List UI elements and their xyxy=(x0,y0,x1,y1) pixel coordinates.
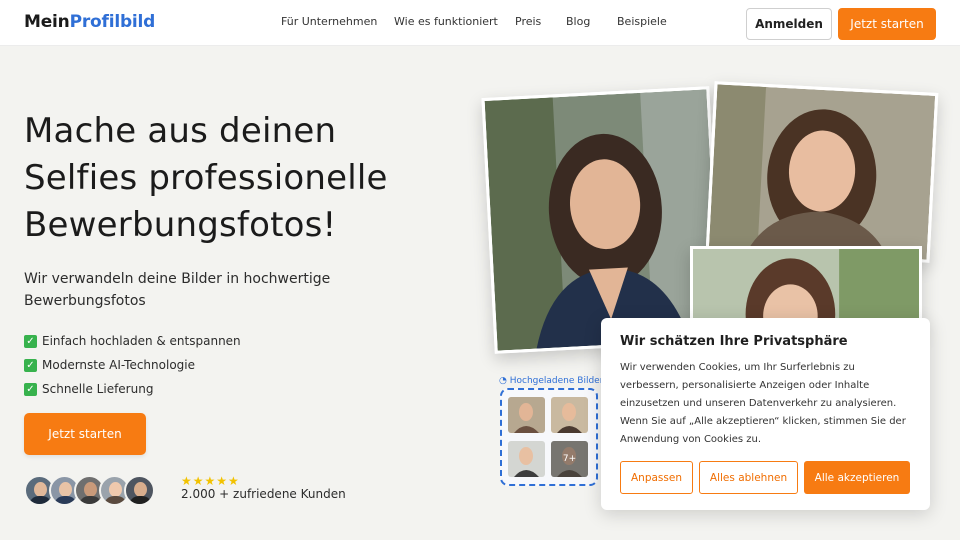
brand-logo[interactable]: MeinProfilbild xyxy=(24,12,155,32)
cookie-text: Wir verwenden Cookies, um Ihr Surferlebn… xyxy=(620,362,906,445)
checkmark-icon: ✓ xyxy=(24,382,37,396)
checkmark-icon: ✓ xyxy=(24,358,37,372)
uploaded-thumbnail xyxy=(508,397,545,433)
feature-text: Modernste AI-Technologie xyxy=(42,358,195,372)
uploaded-thumbnail: 7+ xyxy=(551,441,588,477)
header-start-button[interactable]: Jetzt starten xyxy=(838,8,936,40)
uploaded-images-box: 7+ xyxy=(500,388,598,486)
brand-logo-part-1: Mein xyxy=(24,12,70,32)
avatar xyxy=(124,475,155,506)
cookie-reject-button[interactable]: Alles ablehnen xyxy=(699,461,798,494)
upload-info-icon: ◔ xyxy=(499,376,507,386)
nav-item-wie-es-funktioniert[interactable]: Wie es funktioniert xyxy=(394,15,498,28)
feature-text: Einfach hochladen & entspannen xyxy=(42,334,241,348)
cookie-consent-banner: Wir schätzen Ihre Privatsphäre Wir verwe… xyxy=(601,318,930,510)
uploaded-thumbnail xyxy=(508,441,545,477)
nav-item-fuer-unternehmen[interactable]: Für Unternehmen xyxy=(281,15,377,28)
customer-count: 2.000 + zufriedene Kunden xyxy=(181,487,346,501)
more-images-count: 7+ xyxy=(551,441,588,477)
login-button[interactable]: Anmelden xyxy=(746,8,832,40)
uploaded-thumbnail xyxy=(551,397,588,433)
hero-start-button[interactable]: Jetzt starten xyxy=(24,413,146,455)
feature-item: ✓ Modernste AI-Technologie xyxy=(24,353,241,377)
nav-item-blog[interactable]: Blog xyxy=(566,15,590,28)
nav-item-preis[interactable]: Preis xyxy=(515,15,541,28)
cookie-accept-button[interactable]: Alle akzeptieren xyxy=(804,461,910,494)
checkmark-icon: ✓ xyxy=(24,334,37,348)
site-header: MeinProfilbild Für Unternehmen Wie es fu… xyxy=(0,0,960,46)
rating-stars: ★★★★★ xyxy=(181,474,240,488)
feature-item: ✓ Schnelle Lieferung xyxy=(24,377,241,401)
example-photo xyxy=(705,81,939,263)
feature-text: Schnelle Lieferung xyxy=(42,382,154,396)
cookie-customize-button[interactable]: Anpassen xyxy=(620,461,693,494)
feature-list: ✓ Einfach hochladen & entspannen ✓ Moder… xyxy=(24,329,241,401)
feature-item: ✓ Einfach hochladen & entspannen xyxy=(24,329,241,353)
brand-logo-part-2: Profilbild xyxy=(69,12,156,32)
cookie-title: Wir schätzen Ihre Privatsphäre xyxy=(620,334,848,349)
nav-item-beispiele[interactable]: Beispiele xyxy=(617,15,667,28)
hero-subtitle: Wir verwandeln deine Bilder in hochwerti… xyxy=(24,271,331,309)
example-photo xyxy=(481,86,723,354)
hero-title: Mache aus deinen Selfies professionelle … xyxy=(24,111,388,245)
uploaded-images-label: ◔ Hochgeladene Bilder xyxy=(499,376,604,386)
